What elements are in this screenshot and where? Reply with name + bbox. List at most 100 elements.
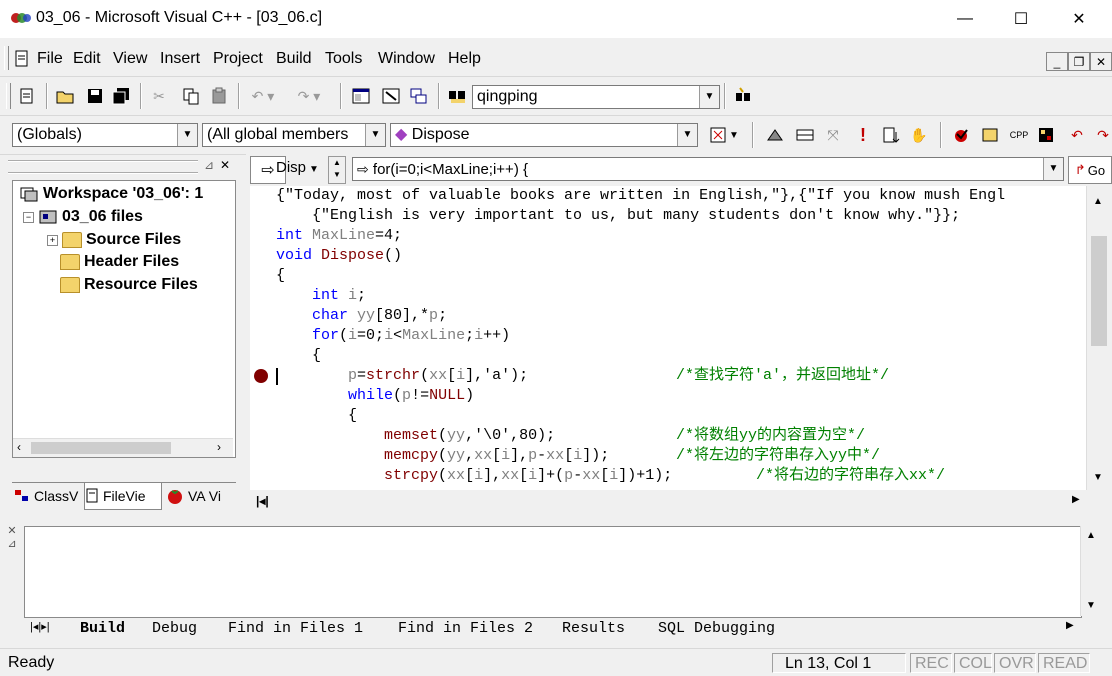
expand-icon[interactable]: + xyxy=(47,234,58,246)
tree-header-files[interactable]: Header Files xyxy=(60,253,179,271)
chevron-down-icon[interactable]: ▼ xyxy=(699,86,719,108)
scroll-left-icon[interactable]: ‹ xyxy=(17,440,21,454)
scroll-right-icon[interactable]: ▶ xyxy=(1072,494,1080,505)
undo-icon[interactable]: ↶ ▾ xyxy=(246,85,280,107)
copy-icon[interactable] xyxy=(180,85,202,107)
va-back-icon[interactable]: ↶ xyxy=(1066,124,1088,146)
tab-va-view[interactable]: VA Vi xyxy=(166,485,221,507)
scroll-down-icon[interactable]: ▼ xyxy=(1086,600,1096,611)
menu-edit[interactable]: Edit xyxy=(73,50,101,68)
code-comment: /*查找字符'a'，并返回地址*/ xyxy=(676,367,890,384)
editor-vscrollbar[interactable]: ▲ ▼ xyxy=(1086,186,1111,490)
menubar-grip[interactable] xyxy=(4,46,9,70)
menu-project[interactable]: Project xyxy=(213,50,263,68)
menu-view[interactable]: View xyxy=(113,50,147,68)
go-icon[interactable] xyxy=(880,124,902,146)
find-icon[interactable] xyxy=(732,85,754,107)
mdi-close-button[interactable]: ✕ xyxy=(1090,52,1112,71)
mdi-restore-button[interactable]: ❐ xyxy=(1068,52,1090,71)
scroll-up-icon[interactable]: ▲ xyxy=(1093,196,1103,207)
tab-find-in-files-2[interactable]: Find in Files 2 xyxy=(398,620,533,637)
chevron-down-icon[interactable]: ▼ xyxy=(306,158,322,180)
cut-icon[interactable]: ✂ xyxy=(148,85,170,107)
cpp-header-icon[interactable]: CPP xyxy=(1008,124,1030,146)
tab-fileview[interactable]: FileVie xyxy=(84,483,162,510)
tab-sql-debugging[interactable]: SQL Debugging xyxy=(658,620,775,637)
scroll-down-icon[interactable]: ▼ xyxy=(1093,472,1103,483)
separator xyxy=(940,122,942,148)
menu-insert[interactable]: Insert xyxy=(160,50,200,68)
output-window-icon[interactable] xyxy=(380,85,402,107)
menu-tools[interactable]: Tools xyxy=(325,50,362,68)
save-icon[interactable] xyxy=(84,85,106,107)
tab-scroll-buttons[interactable]: |◂|▸| xyxy=(30,620,50,633)
new-text-file-icon[interactable] xyxy=(16,85,38,107)
tab-classview[interactable]: ClassV xyxy=(14,485,78,507)
maximize-button[interactable]: ☐ xyxy=(998,0,1044,38)
editor-hscrollbar[interactable]: |◂| ▶ xyxy=(250,492,1086,512)
function-combo[interactable]: ◆ Dispose ▼ xyxy=(390,123,698,147)
tab-results[interactable]: Results xyxy=(562,620,625,637)
output-panel-controls[interactable]: ✕ ⊿ xyxy=(4,524,20,560)
tree-resource-files[interactable]: Resource Files xyxy=(60,276,198,294)
compile-icon[interactable] xyxy=(764,124,786,146)
scroll-up-icon[interactable]: ▲ xyxy=(1086,530,1096,541)
chevron-down-icon[interactable]: ▼ xyxy=(177,124,197,146)
menu-help[interactable]: Help xyxy=(448,50,481,68)
nav-function-combo[interactable]: ⇨ for(i=0;i<MaxLine;i++) { ▼ xyxy=(352,157,1064,181)
panel-close-button[interactable]: ✕ xyxy=(220,158,230,172)
mdi-minimize-button[interactable]: _ xyxy=(1046,52,1068,71)
stop-build-icon[interactable]: ⤧ xyxy=(822,124,844,146)
save-all-icon[interactable] xyxy=(110,85,132,107)
tree-project[interactable]: − 03_06 files xyxy=(23,208,143,226)
tab-debug[interactable]: Debug xyxy=(152,620,197,637)
toolbar-grip[interactable] xyxy=(6,83,11,109)
window-list-icon[interactable] xyxy=(408,85,430,107)
menu-build[interactable]: Build xyxy=(276,50,312,68)
hand-icon[interactable]: ✋ xyxy=(908,124,930,146)
va-tool-icon-2[interactable] xyxy=(980,124,1002,146)
go-button[interactable]: ↱ Go xyxy=(1068,156,1112,184)
va-tool-icon-1[interactable] xyxy=(950,124,972,146)
chevron-down-icon[interactable]: ▼ xyxy=(365,124,385,146)
scroll-right-icon[interactable]: ▶ xyxy=(1066,620,1074,631)
tab-find-in-files-1[interactable]: Find in Files 1 xyxy=(228,620,363,637)
execute-icon[interactable]: ! xyxy=(852,124,874,146)
breakpoint-icon[interactable] xyxy=(254,369,268,383)
close-button[interactable]: ✕ xyxy=(1056,0,1102,38)
va-forward-icon[interactable]: ↷ xyxy=(1092,124,1112,146)
workspace-window-icon[interactable] xyxy=(350,85,372,107)
panel-grip[interactable] xyxy=(8,160,198,174)
nav-spinner[interactable]: ▲ ▼ xyxy=(328,156,346,184)
tree-workspace[interactable]: Workspace '03_06': 1 xyxy=(19,185,203,203)
code-line: {"Today, most of valuable books are writ… xyxy=(276,187,1006,204)
menu-file[interactable]: File xyxy=(37,50,63,68)
minimize-button[interactable]: — xyxy=(942,0,988,38)
tab-build[interactable]: Build xyxy=(80,620,125,637)
chevron-down-icon[interactable]: ▼ xyxy=(677,124,697,146)
output-vscrollbar[interactable]: ▲ ▼ xyxy=(1080,526,1103,616)
scroll-right-icon[interactable]: › xyxy=(217,440,221,454)
redo-icon[interactable]: ↷ ▾ xyxy=(292,85,326,107)
paste-icon[interactable] xyxy=(208,85,230,107)
menu-window[interactable]: Window xyxy=(378,50,435,68)
scroll-thumb[interactable] xyxy=(31,442,171,454)
members-combo[interactable]: (All global members ▼ xyxy=(202,123,386,147)
code-editor[interactable]: {"Today, most of valuable books are writ… xyxy=(250,186,1086,490)
scroll-left-icon[interactable]: |◂| xyxy=(256,494,269,508)
code-line: char yy[80],*p; xyxy=(276,307,448,324)
wizard-action-icon[interactable]: ▼ xyxy=(704,124,744,146)
find-in-files-icon[interactable] xyxy=(446,85,468,107)
chevron-down-icon[interactable]: ▼ xyxy=(1043,158,1063,180)
tree-hscrollbar[interactable]: ‹ › xyxy=(13,438,233,457)
scroll-thumb[interactable] xyxy=(1091,236,1107,346)
panel-float-button[interactable]: ⊿ xyxy=(204,158,214,172)
output-pane[interactable] xyxy=(24,526,1082,618)
open-folder-icon[interactable] xyxy=(54,85,76,107)
find-combo[interactable]: qingping ▼ xyxy=(472,85,720,109)
tree-source-files[interactable]: + Source Files xyxy=(47,231,181,249)
build-icon[interactable] xyxy=(794,124,816,146)
class-combo[interactable]: (Globals) ▼ xyxy=(12,123,198,147)
va-tool-icon-3[interactable] xyxy=(1036,124,1058,146)
collapse-icon[interactable]: − xyxy=(23,211,34,223)
